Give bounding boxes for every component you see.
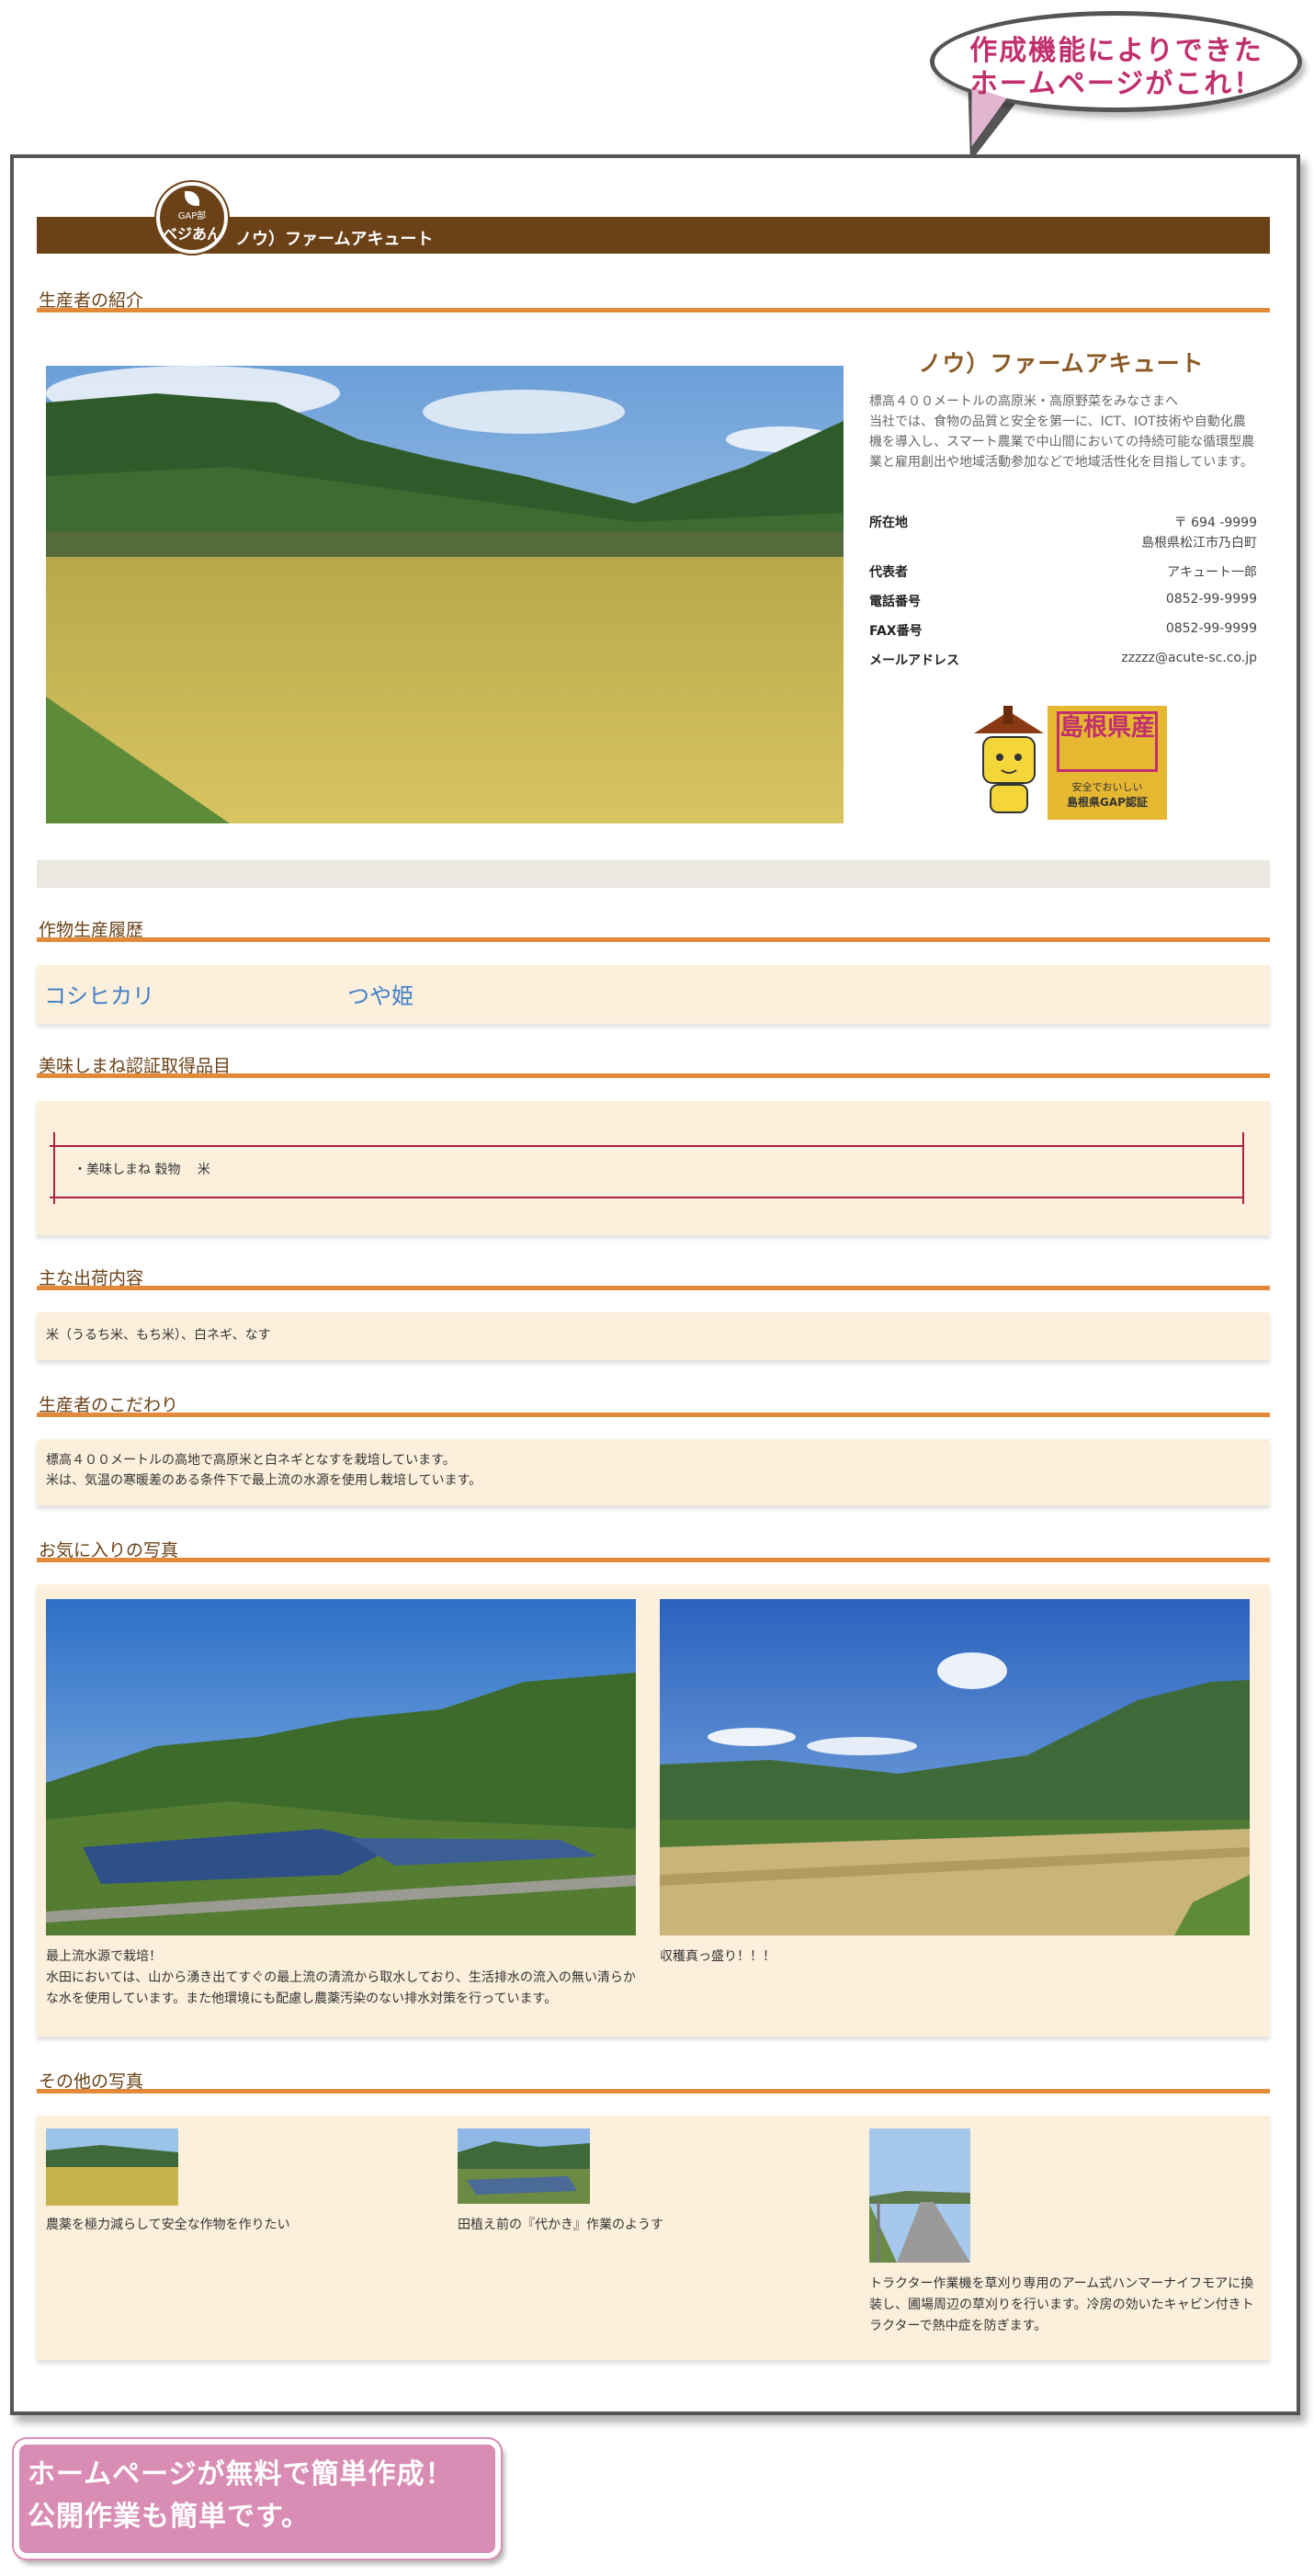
- other-caption-1: 農薬を極力減らして安全な作物を作りたい: [46, 2218, 290, 2232]
- info-value[interactable]: zzzzz@acute-sc.co.jp: [1121, 651, 1257, 665]
- gap-certification-badges: 島根県産 安全でおいしい 島根県GAP認証: [965, 706, 1169, 825]
- callout-text: 作成機能によりできた ホームページがこれ！: [946, 35, 1286, 101]
- logo-top-text: GAP部: [177, 211, 207, 221]
- crop-link-tsuyahime[interactable]: つや姫: [347, 978, 413, 1010]
- other-photo-1[interactable]: [46, 2128, 178, 2206]
- section-title: 作物生産履歴: [39, 920, 144, 940]
- section-favorites: お気に入りの写真: [37, 1537, 1270, 1562]
- certified-frame-right: [1242, 1132, 1244, 1204]
- promo-text: ホームページが無料で簡単作成！ 公開作業も簡単です。: [28, 2454, 505, 2538]
- favorite-photo-1[interactable]: [46, 1599, 636, 1935]
- site-title: ノウ）ファームアキュート: [235, 230, 434, 249]
- divider-bar: [37, 860, 1270, 888]
- leaf-icon: [185, 191, 199, 206]
- mascot-icon: [974, 706, 1044, 813]
- favorite-photo-2[interactable]: [660, 1599, 1250, 1935]
- other-caption-2: 田植え前の『代かき』作業のようす: [458, 2218, 663, 2232]
- section-title: 生産者のこだわり: [39, 1395, 179, 1415]
- shipments-text: 米（うるち米、もち米）、白ネギ、なす: [46, 1328, 271, 1343]
- other-photo-3[interactable]: [869, 2128, 970, 2263]
- certified-frame: [50, 1145, 1244, 1198]
- info-value: 0852-99-9999: [1165, 592, 1257, 607]
- farm-name: ノウ）ファームアキュート: [918, 350, 1205, 377]
- postal-code: 〒 694 -9999: [1173, 516, 1257, 530]
- badge-sub-1: 安全でおいしい: [1071, 781, 1143, 793]
- section-title: その他の写真: [39, 2071, 144, 2092]
- site-logo[interactable]: GAP部 ベジあん: [156, 182, 228, 254]
- farm-description: 標高４００メートルの高原米・高原野菜をみなさまへ 当社では、食物の品質と安全を第…: [869, 394, 1255, 470]
- farm-landscape-photo: [46, 366, 844, 823]
- info-label: 代表者: [869, 565, 908, 580]
- info-label: 所在地: [869, 516, 908, 530]
- certified-item: ・美味しまね 穀物 米: [74, 1163, 210, 1177]
- certified-frame-left: [53, 1132, 55, 1204]
- section-shipments: 主な出荷内容: [37, 1265, 1270, 1290]
- info-row-address: 所在地 〒 694 -9999 島根県松江市乃白町: [869, 513, 1257, 553]
- section-commitment: 生産者のこだわり: [37, 1391, 1270, 1417]
- section-history: 作物生産履歴: [37, 916, 1270, 942]
- section-title: 生産者の紹介: [39, 290, 144, 311]
- favorite-caption-2: 収穫真っ盛り！！！: [660, 1949, 776, 1964]
- crop-link-koshihikari[interactable]: コシヒカリ: [44, 978, 154, 1010]
- other-photo-2[interactable]: [458, 2128, 590, 2204]
- badge-sub-2: 島根県GAP認証: [1067, 796, 1148, 809]
- callout-line-2: ホームページがこれ！: [969, 68, 1263, 100]
- section-title: 美味しまね認証取得品目: [39, 1056, 232, 1076]
- other-caption-3: トラクター作業機を草刈り専用のアーム式ハンマーナイフモアに換装し、圃場周辺の草刈…: [869, 2276, 1254, 2333]
- info-label: FAX番号: [869, 624, 923, 639]
- section-title: 主な出荷内容: [39, 1268, 144, 1288]
- gap-badge: 島根県産 安全でおいしい 島根県GAP認証: [1048, 706, 1167, 820]
- info-value: 0852-99-9999: [1165, 621, 1257, 636]
- callout-line-1: 作成機能によりできた: [969, 35, 1263, 67]
- commitment-text: 標高４００メートルの高地で高原米と白ネギとなすを栽培しています。 米は、気温の寒…: [46, 1453, 482, 1488]
- page: 作成機能によりできた ホームページがこれ！ GAP部 ベジあん ノウ）ファームア…: [0, 0, 1314, 2576]
- info-value: アキュート一郎: [1167, 565, 1257, 580]
- info-value: 〒 694 -9999 島根県松江市乃白町: [1141, 513, 1257, 555]
- info-label: 電話番号: [869, 595, 921, 609]
- section-others: その他の写真: [37, 2068, 1270, 2094]
- section-certified: 美味しまね認証取得品目: [37, 1052, 1270, 1078]
- favorite-caption-1: 最上流水源で栽培！ 水田においては、山から湧き出てすぐの最上流の清流から取水して…: [46, 1949, 636, 2006]
- address: 島根県松江市乃白町: [1141, 536, 1257, 550]
- info-label: メールアドレス: [869, 653, 959, 668]
- section-producer: 生産者の紹介: [37, 287, 1270, 312]
- promo-line-2: 公開作業も簡単です。: [28, 2501, 310, 2533]
- promo-line-1: ホームページが無料で簡単作成！: [28, 2458, 454, 2491]
- section-title: お気に入りの写真: [39, 1540, 179, 1560]
- crop-history-panel: [37, 965, 1270, 1024]
- logo-name-text: ベジあん: [162, 225, 221, 243]
- badge-title: 島根県産: [1057, 711, 1158, 772]
